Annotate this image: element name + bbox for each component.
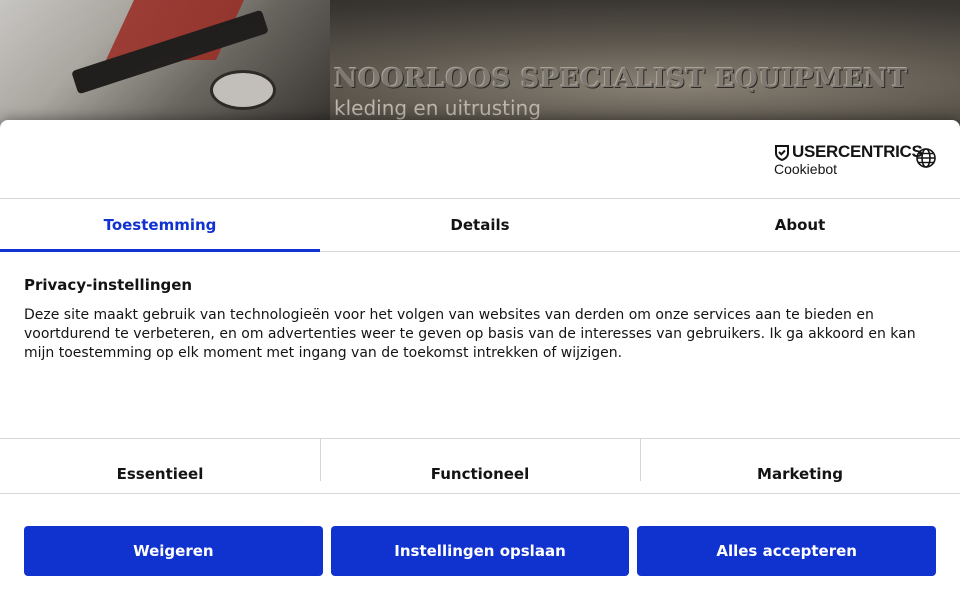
accept-all-button[interactable]: Alles accepteren bbox=[637, 526, 937, 576]
globe-icon bbox=[916, 148, 936, 168]
language-button[interactable] bbox=[914, 146, 938, 170]
tab-about[interactable]: About bbox=[640, 199, 960, 251]
shield-check-icon bbox=[775, 144, 789, 161]
category-toggles: Essentieel Functioneel Marketing bbox=[0, 438, 960, 494]
site-header-banner: NOORLOOS SPECIALIST EQUIPMENT kleding en… bbox=[0, 0, 960, 140]
brand-product: Cookiebot bbox=[774, 161, 838, 177]
category-marketing[interactable]: Marketing bbox=[640, 439, 960, 493]
category-essentieel[interactable]: Essentieel bbox=[0, 439, 320, 493]
usercentrics-logo: USERCENTRICS Cookiebot bbox=[774, 142, 923, 178]
tab-details[interactable]: Details bbox=[320, 199, 640, 251]
brand-name: USERCENTRICS bbox=[792, 142, 923, 161]
cookie-consent-dialog: USERCENTRICS Cookiebot Toestemming Detai… bbox=[0, 120, 960, 600]
consent-tabs: Toestemming Details About bbox=[0, 199, 960, 252]
consent-content: Privacy-instellingen Deze site maakt geb… bbox=[0, 252, 960, 438]
header-image bbox=[0, 0, 330, 140]
site-subtitle: kleding en uitrusting bbox=[334, 96, 541, 120]
site-title: NOORLOOS SPECIALIST EQUIPMENT bbox=[334, 64, 908, 94]
consent-actions: Weigeren Instellingen opslaan Alles acce… bbox=[0, 494, 960, 576]
save-settings-button[interactable]: Instellingen opslaan bbox=[330, 526, 630, 576]
tab-toestemming[interactable]: Toestemming bbox=[0, 199, 320, 252]
category-functioneel[interactable]: Functioneel bbox=[320, 439, 640, 493]
privacy-description: Deze site maakt gebruik van technologieë… bbox=[24, 307, 916, 361]
dialog-header: USERCENTRICS Cookiebot bbox=[0, 120, 960, 199]
privacy-heading: Privacy-instellingen bbox=[24, 276, 193, 294]
deny-button[interactable]: Weigeren bbox=[24, 526, 323, 576]
